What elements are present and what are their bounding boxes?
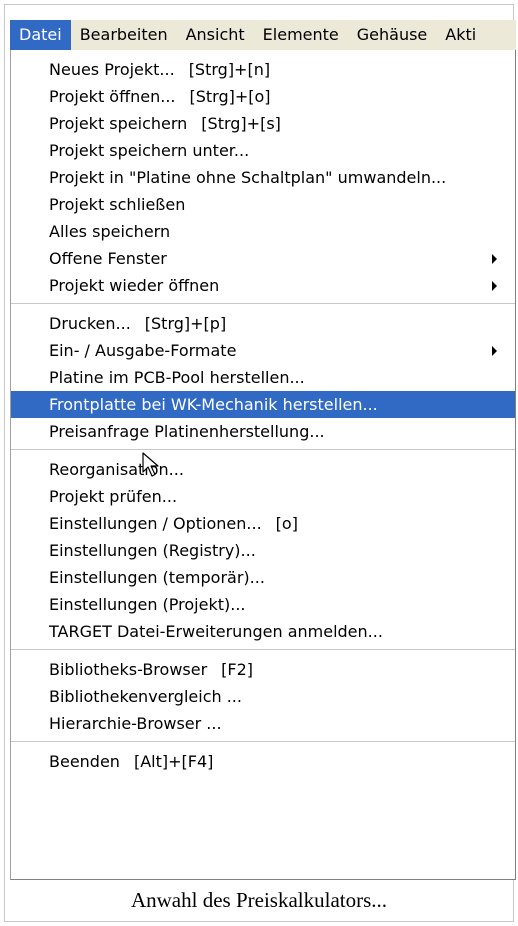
menu-item-shortcut: [Strg]+[n] <box>188 60 271 79</box>
menu-item-label: Neues Projekt... <box>49 60 175 79</box>
menu-item-label: Einstellungen (temporär)... <box>49 568 265 587</box>
menu-item-projekt-speichern-unter[interactable]: Projekt speichern unter... <box>11 137 515 164</box>
menu-bar: Datei Bearbeiten Ansicht Elemente Gehäus… <box>10 20 516 51</box>
menu-item-einstellungen-registry[interactable]: Einstellungen (Registry)... <box>11 537 515 564</box>
menu-item-projekt-schliessen[interactable]: Projekt schließen <box>11 191 515 218</box>
menu-item-label: Platine im PCB-Pool herstellen... <box>49 368 305 387</box>
menu-item-label: Einstellungen / Optionen... <box>49 514 262 533</box>
menu-item-einstellungen-optionen[interactable]: Einstellungen / Optionen... [o] <box>11 510 515 537</box>
submenu-arrow-icon <box>492 346 497 356</box>
menu-item-label: Bibliothekenvergleich ... <box>49 687 242 706</box>
menu-item-bibliotheks-browser[interactable]: Bibliotheks-Browser [F2] <box>11 656 515 683</box>
menu-item-drucken[interactable]: Drucken... [Strg]+[p] <box>11 310 515 337</box>
menu-item-label: TARGET Datei-Erweiterungen anmelden... <box>49 622 383 641</box>
menu-ansicht[interactable]: Ansicht <box>177 20 254 50</box>
menu-item-shortcut: [Strg]+[s] <box>201 114 281 133</box>
menu-item-frontplatte[interactable]: Frontplatte bei WK-Mechanik herstellen..… <box>11 391 515 418</box>
menu-item-label: Drucken... <box>49 314 131 333</box>
menu-item-label: Beenden <box>49 752 120 771</box>
datei-dropdown-menu: Neues Projekt... [Strg]+[n] Projekt öffne… <box>10 50 516 880</box>
menu-gehaeuse[interactable]: Gehäuse <box>348 20 437 50</box>
menu-akti[interactable]: Akti <box>436 20 485 50</box>
menu-item-label: Ein- / Ausgabe-Formate <box>49 341 237 360</box>
menu-elemente[interactable]: Elemente <box>254 20 348 50</box>
menu-item-preisanfrage[interactable]: Preisanfrage Platinenherstellung... <box>11 418 515 445</box>
menu-item-offene-fenster[interactable]: Offene Fenster <box>11 245 515 272</box>
menu-item-projekt-wieder-oeffnen[interactable]: Projekt wieder öffnen <box>11 272 515 299</box>
menu-item-projekt-speichern[interactable]: Projekt speichern [Strg]+[s] <box>11 110 515 137</box>
menu-item-label: Projekt speichern unter... <box>49 141 250 160</box>
menu-item-einstellungen-projekt[interactable]: Einstellungen (Projekt)... <box>11 591 515 618</box>
menu-item-target-dateierweiterungen[interactable]: TARGET Datei-Erweiterungen anmelden... <box>11 618 515 645</box>
menu-item-projekt-oeffnen[interactable]: Projekt öffnen... [Strg]+[o] <box>11 83 515 110</box>
menu-item-ein-ausgabe-formate[interactable]: Ein- / Ausgabe-Formate <box>11 337 515 364</box>
mouse-pointer-icon <box>142 452 159 477</box>
menu-bearbeiten[interactable]: Bearbeiten <box>71 20 177 50</box>
menu-item-label: Projekt speichern <box>49 114 188 133</box>
menu-item-label: Hierarchie-Browser ... <box>49 714 222 733</box>
menu-item-shortcut: [Alt]+[F4] <box>133 752 214 771</box>
menu-item-bibliothekenvergleich[interactable]: Bibliothekenvergleich ... <box>11 683 515 710</box>
menu-item-label: Preisanfrage Platinenherstellung... <box>49 422 325 441</box>
menu-item-label: Einstellungen (Registry)... <box>49 541 256 560</box>
menu-item-label: Einstellungen (Projekt)... <box>49 595 246 614</box>
menu-item-reorganisation[interactable]: Reorganisation... <box>11 456 515 483</box>
menu-group-output: Drucken... [Strg]+[p] Ein- / Ausgabe-Form… <box>11 303 515 449</box>
menu-item-label: Frontplatte bei WK-Mechanik herstellen..… <box>49 395 378 414</box>
menu-datei[interactable]: Datei <box>10 20 71 50</box>
menu-group-project: Neues Projekt... [Strg]+[n] Projekt öffne… <box>11 50 515 303</box>
menu-item-alles-speichern[interactable]: Alles speichern <box>11 218 515 245</box>
image-caption: Anwahl des Preiskalkulators... <box>130 888 388 912</box>
menu-item-shortcut: [F2] <box>221 660 254 679</box>
menu-item-neues-projekt[interactable]: Neues Projekt... [Strg]+[n] <box>11 56 515 83</box>
submenu-arrow-icon <box>492 254 497 264</box>
menu-item-einstellungen-temporaer[interactable]: Einstellungen (temporär)... <box>11 564 515 591</box>
menu-item-label: Bibliotheks-Browser <box>49 660 208 679</box>
menu-item-projekt-pruefen[interactable]: Projekt prüfen... <box>11 483 515 510</box>
menu-item-label: Projekt in "Platine ohne Schaltplan" umw… <box>49 168 447 187</box>
menu-item-shortcut: [Strg]+[o] <box>189 87 271 106</box>
menu-item-pcb-pool[interactable]: Platine im PCB-Pool herstellen... <box>11 364 515 391</box>
menu-item-shortcut: [Strg]+[p] <box>144 314 227 333</box>
menu-group-settings: Reorganisation... Projekt prüfen... Eins… <box>11 449 515 649</box>
menu-item-label: Alles speichern <box>49 222 171 241</box>
menu-item-beenden[interactable]: Beenden [Alt]+[F4] <box>11 748 515 775</box>
menu-group-exit: Beenden [Alt]+[F4] <box>11 741 515 779</box>
menu-item-shortcut: [o] <box>275 514 298 533</box>
menu-item-label: Projekt prüfen... <box>49 487 178 506</box>
menu-item-label: Reorganisation... <box>49 460 184 479</box>
menu-item-label: Offene Fenster <box>49 249 167 268</box>
menu-item-label: Projekt öffnen... <box>49 87 176 106</box>
menu-group-browser: Bibliotheks-Browser [F2] Bibliothekenverg… <box>11 649 515 741</box>
menu-item-label: Projekt wieder öffnen <box>49 276 220 295</box>
submenu-arrow-icon <box>492 281 497 291</box>
menu-item-label: Projekt schließen <box>49 195 186 214</box>
menu-item-projekt-umwandeln[interactable]: Projekt in "Platine ohne Schaltplan" umw… <box>11 164 515 191</box>
menu-item-hierarchie-browser[interactable]: Hierarchie-Browser ... <box>11 710 515 737</box>
